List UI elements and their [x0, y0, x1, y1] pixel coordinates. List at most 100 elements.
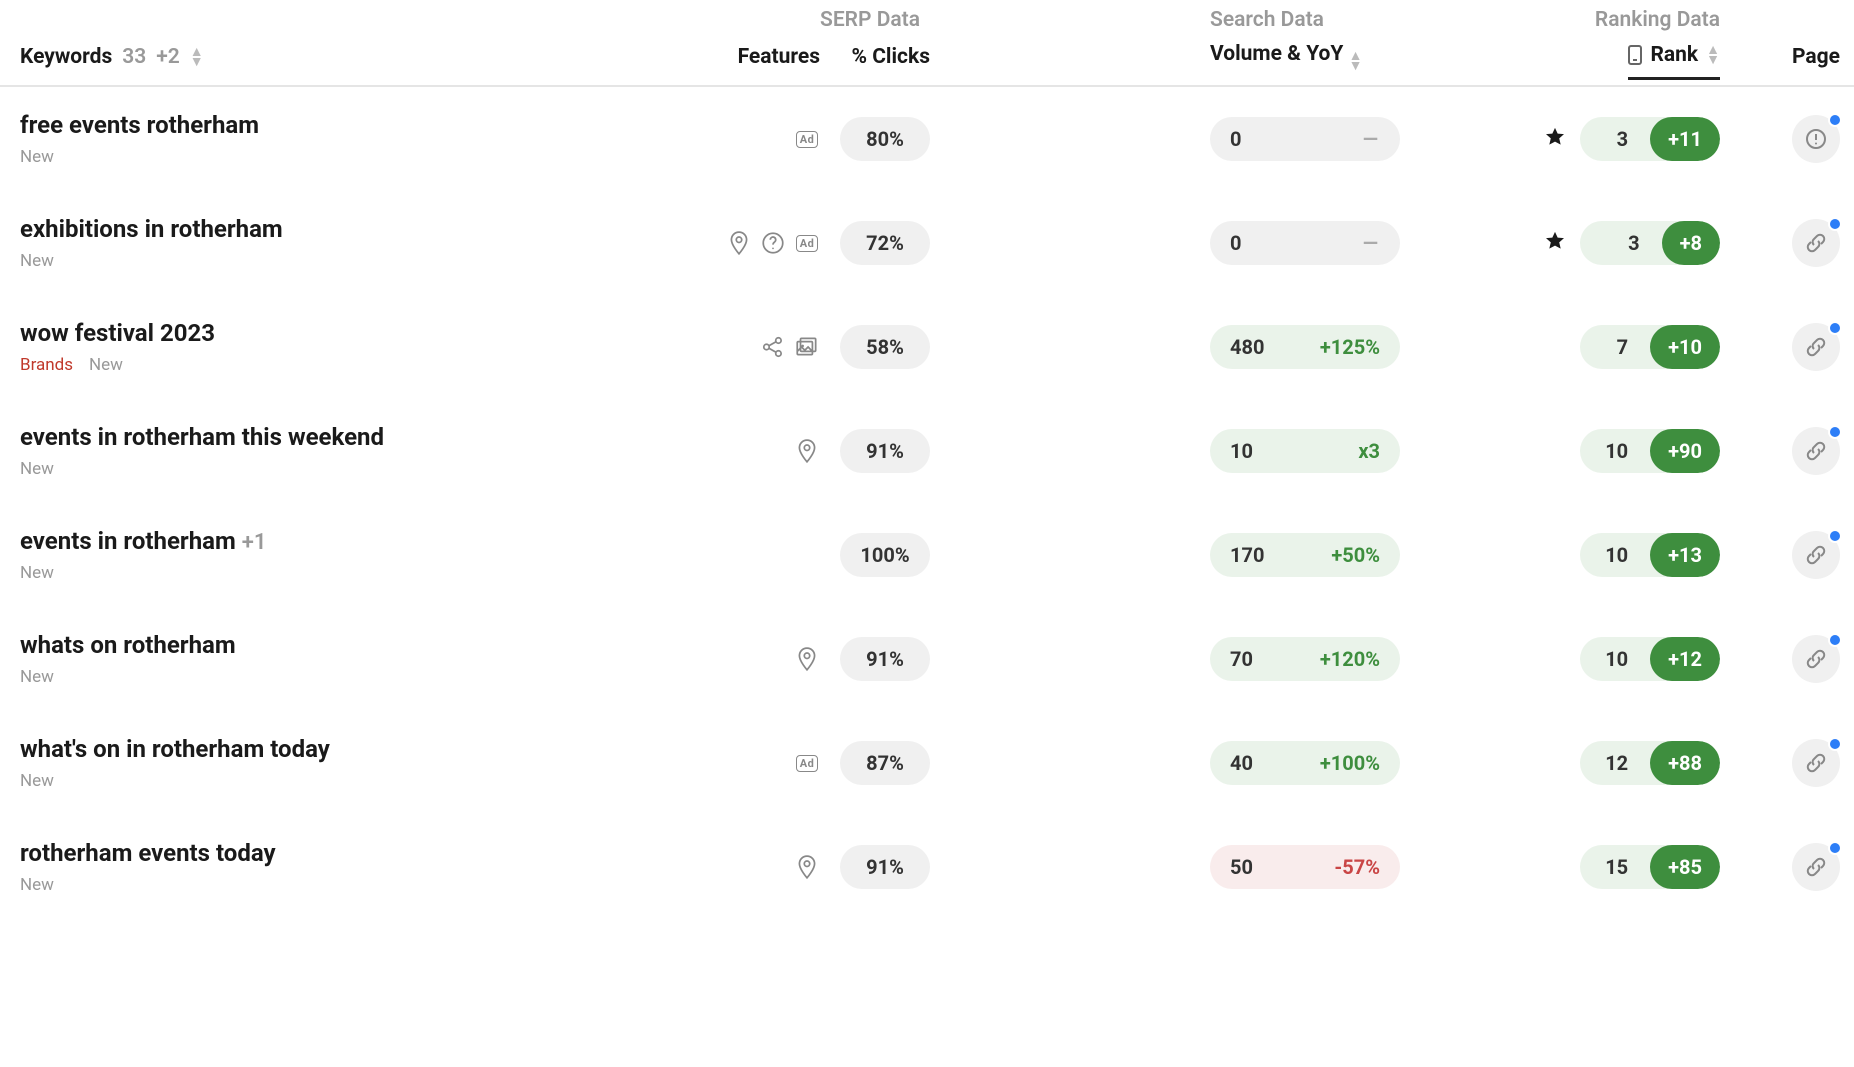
- rank-value: 3: [1580, 117, 1650, 161]
- yoy-value: +125%: [1320, 335, 1380, 359]
- features-cell: Ad: [710, 230, 820, 256]
- clicks-cell: 91%: [820, 429, 930, 473]
- page-button[interactable]: [1792, 115, 1840, 163]
- page-button[interactable]: [1792, 323, 1840, 371]
- keyword-name: what's on in rotherham today: [20, 735, 330, 763]
- clicks-cell: 80%: [820, 117, 930, 161]
- table-row[interactable]: whats on rotherhamNew91%70+120%10+12: [0, 607, 1854, 711]
- pin-icon[interactable]: [726, 230, 752, 256]
- pin-icon[interactable]: [794, 646, 820, 672]
- rank-value: 10: [1580, 429, 1650, 473]
- page-button[interactable]: [1792, 427, 1840, 475]
- page-cell: [1720, 115, 1840, 163]
- clicks-cell: 91%: [820, 637, 930, 681]
- keyword-cell[interactable]: wow festival 2023 BrandsNew: [20, 319, 710, 375]
- keyword-cell[interactable]: events in rotherham+1New: [20, 527, 710, 583]
- table-row[interactable]: wow festival 2023BrandsNew58%480+125%7+1…: [0, 295, 1854, 399]
- features-cell: [710, 854, 820, 880]
- ad-icon[interactable]: Ad: [794, 126, 820, 152]
- keyword-name: wow festival 2023: [20, 319, 215, 347]
- volume-cell: 0—: [1210, 221, 1470, 265]
- tag-new: New: [20, 251, 54, 271]
- volume-pill: 10x3: [1210, 429, 1400, 473]
- star-icon[interactable]: [1544, 126, 1566, 153]
- notification-dot-icon: [1828, 633, 1842, 647]
- volume-cell: 0—: [1210, 117, 1470, 161]
- page-cell: [1720, 323, 1840, 371]
- rank-cell: 12+88: [1470, 741, 1720, 785]
- keywords-count: 33: [122, 45, 146, 69]
- sort-icon[interactable]: ▲▼: [190, 47, 204, 67]
- share-icon[interactable]: [760, 334, 786, 360]
- column-group-row: SERP Data Search Data Ranking Data: [0, 0, 1854, 32]
- clicks-value: 91%: [840, 637, 930, 681]
- rank-delta: +12: [1650, 637, 1720, 681]
- sort-icon[interactable]: ▲▼: [1706, 45, 1720, 65]
- page-button[interactable]: [1792, 635, 1840, 683]
- star-icon[interactable]: [1544, 230, 1566, 257]
- table-row[interactable]: events in rotherham this weekend New 91% 10…: [0, 399, 1854, 503]
- table-row[interactable]: events in rotherham+1New100%170+50%10+13: [0, 503, 1854, 607]
- page-button[interactable]: [1792, 843, 1840, 891]
- volume-value: 10: [1230, 439, 1253, 463]
- images-icon[interactable]: [794, 334, 820, 360]
- page-button[interactable]: [1792, 531, 1840, 579]
- yoy-value: +50%: [1331, 543, 1380, 567]
- rank-value: 3: [1580, 221, 1662, 265]
- keyword-cell[interactable]: free events rotherhamNew: [20, 111, 710, 167]
- keywords-delta: +2: [156, 45, 180, 69]
- volume-value: 40: [1230, 751, 1253, 775]
- keyword-cell[interactable]: whats on rotherhamNew: [20, 631, 710, 687]
- tag-new: New: [20, 459, 54, 479]
- pin-icon[interactable]: [794, 438, 820, 464]
- header-clicks[interactable]: % Clicks: [820, 45, 930, 69]
- clicks-value: 91%: [840, 429, 930, 473]
- features-cell: Ad: [710, 126, 820, 152]
- rank-value: 10: [1580, 637, 1650, 681]
- ad-icon[interactable]: Ad: [794, 750, 820, 776]
- keyword-cell[interactable]: exhibitions in rotherham New: [20, 215, 710, 271]
- table-row[interactable]: exhibitions in rotherhamNewAd72%0—3+8: [0, 191, 1854, 295]
- keyword-cell[interactable]: events in rotherham this weekend New: [20, 423, 710, 479]
- keyword-name: free events rotherham: [20, 111, 259, 139]
- question-icon[interactable]: [760, 230, 786, 256]
- sort-icon[interactable]: ▲▼: [1349, 51, 1363, 71]
- header-rank[interactable]: Rank ▲▼: [1470, 43, 1720, 71]
- keyword-tags: BrandsNew: [20, 355, 710, 375]
- volume-value: 50: [1230, 855, 1253, 879]
- volume-value: 70: [1230, 647, 1253, 671]
- table-row[interactable]: what's on in rotherham todayNewAd87%40+1…: [0, 711, 1854, 815]
- features-cell: Ad: [710, 750, 820, 776]
- page-button[interactable]: [1792, 739, 1840, 787]
- header-features[interactable]: Features: [710, 45, 820, 69]
- table-row[interactable]: free events rotherhamNewAd80%0—3+11: [0, 87, 1854, 191]
- page-button[interactable]: [1792, 219, 1840, 267]
- volume-value: 170: [1230, 543, 1264, 567]
- rank-delta: +88: [1650, 741, 1720, 785]
- keyword-name: events in rotherham this weekend: [20, 423, 384, 451]
- header-page[interactable]: Page: [1720, 45, 1840, 69]
- pin-icon[interactable]: [794, 854, 820, 880]
- notification-dot-icon: [1828, 321, 1842, 335]
- keyword-cell[interactable]: what's on in rotherham todayNew: [20, 735, 710, 791]
- keyword-cell[interactable]: rotherham events todayNew: [20, 839, 710, 895]
- keyword-tags: New: [20, 459, 710, 479]
- rank-delta: +90: [1650, 429, 1720, 473]
- rank-value: 10: [1580, 533, 1650, 577]
- volume-pill: 480 +125%: [1210, 325, 1400, 369]
- notification-dot-icon: [1828, 425, 1842, 439]
- volume-value: 480: [1230, 335, 1264, 359]
- page-cell: [1720, 219, 1840, 267]
- clicks-cell: 91%: [820, 845, 930, 889]
- rank-value: 12: [1580, 741, 1650, 785]
- yoy-value: +100%: [1320, 751, 1380, 775]
- header-keywords[interactable]: Keywords 33 +2 ▲▼: [20, 45, 710, 69]
- header-volume[interactable]: Volume & YoY ▲▼: [1210, 42, 1470, 71]
- ad-icon[interactable]: Ad: [794, 230, 820, 256]
- table-row[interactable]: rotherham events todayNew91%50-57%15+85: [0, 815, 1854, 919]
- rank-pill: 10+12: [1580, 637, 1720, 681]
- notification-dot-icon: [1828, 737, 1842, 751]
- keyword-name: exhibitions in rotherham: [20, 215, 283, 243]
- clicks-value: 58%: [840, 325, 930, 369]
- rank-cell: 10+13: [1470, 533, 1720, 577]
